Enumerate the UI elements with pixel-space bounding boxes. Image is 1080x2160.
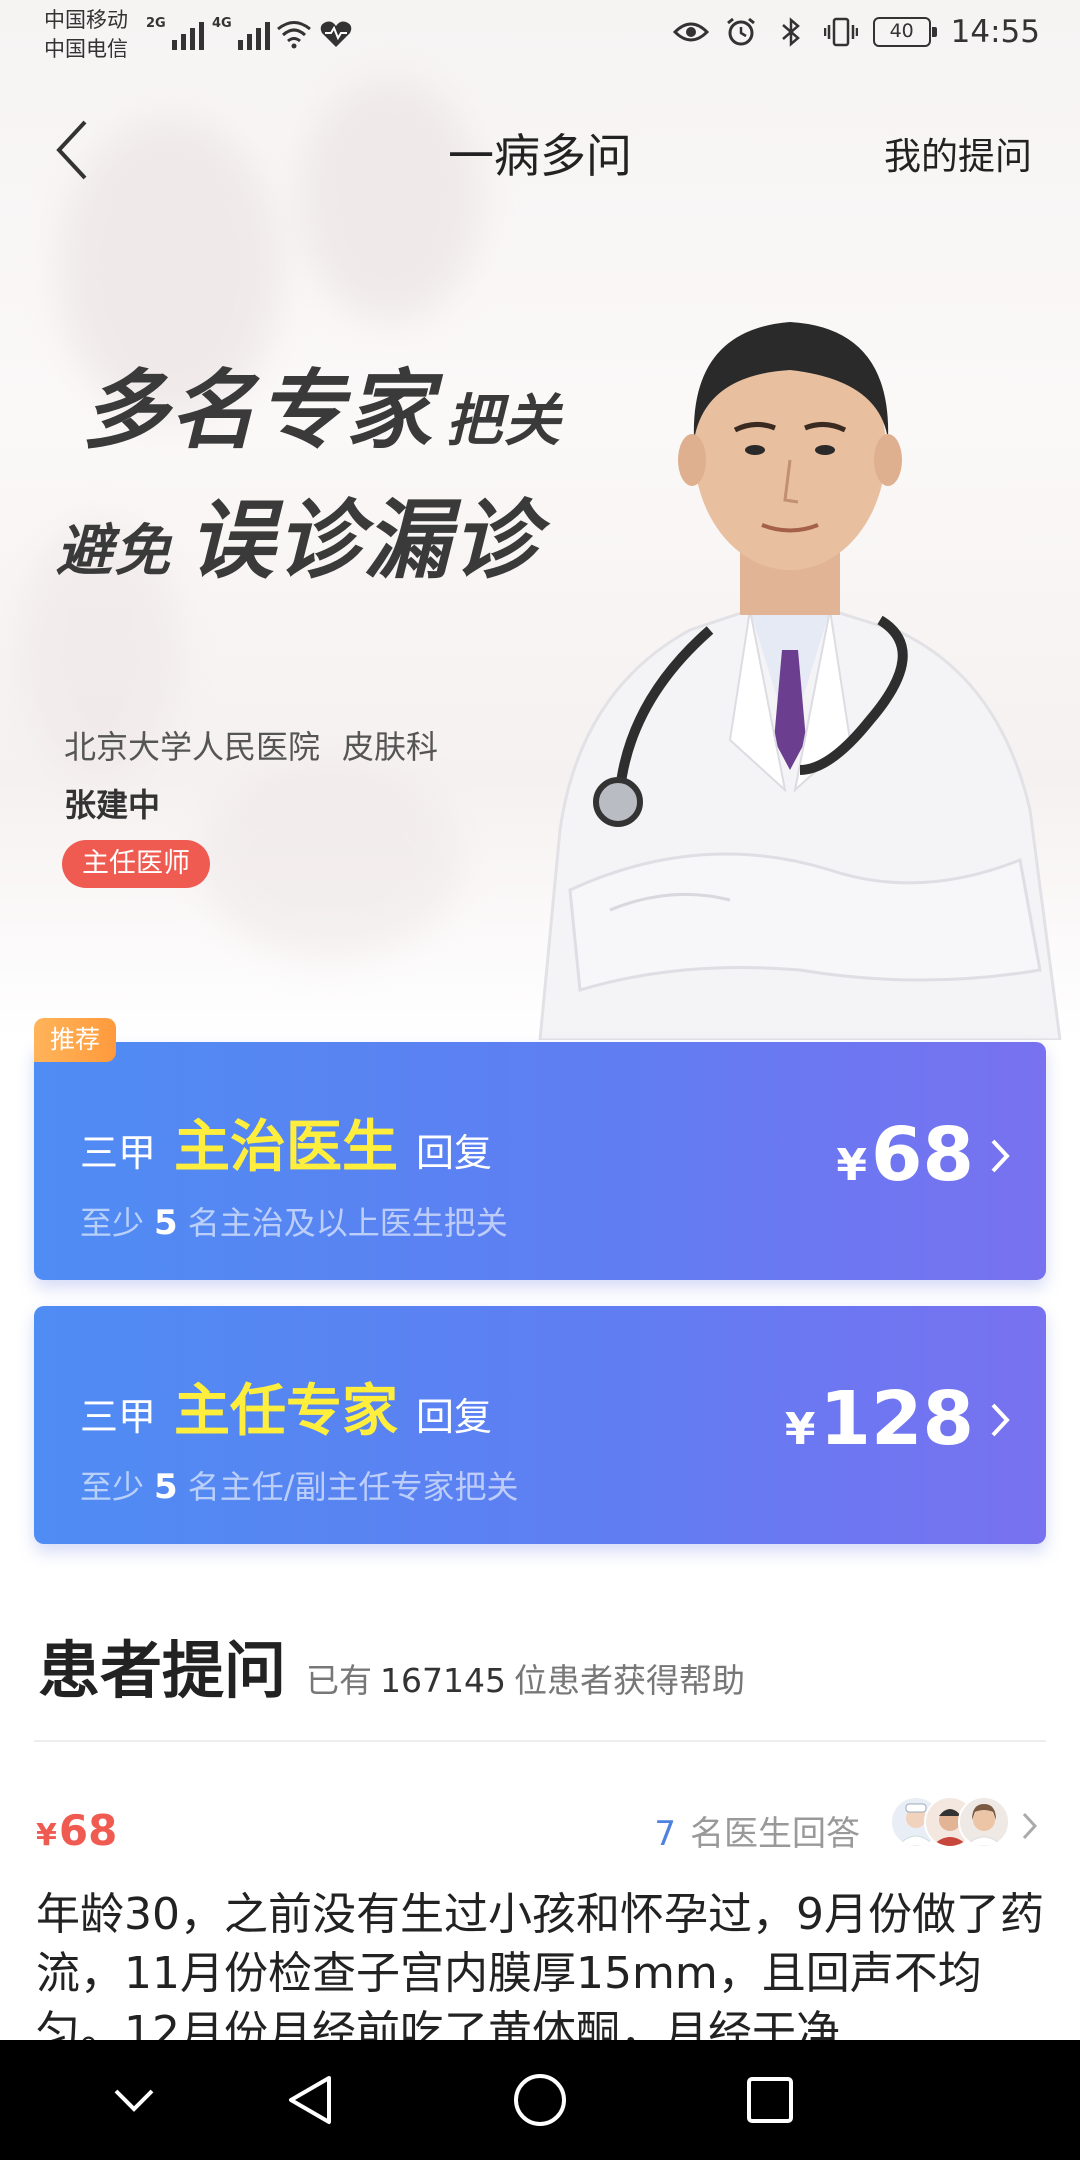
doctor-name: 张建中 (64, 786, 161, 824)
plan-title: 三甲 主任专家 回复 (80, 1379, 493, 1444)
signal-2g-icon: 2G (146, 16, 204, 50)
plan-price: ¥68 (836, 1112, 974, 1198)
alarm-icon (723, 14, 759, 50)
chevron-right-icon (982, 1392, 1018, 1448)
battery-icon: 40 (872, 17, 937, 47)
clock: 14:55 (950, 14, 1040, 50)
plan-subtitle: 至少 5 名主任/副主任专家把关 (80, 1467, 519, 1507)
plan-price: ¥128 (784, 1376, 974, 1462)
question-price: ¥68 (36, 1806, 118, 1855)
square-recent-icon[interactable] (738, 2068, 802, 2132)
help-stat: 已有 167145 位患者获得帮助 (306, 1661, 745, 1700)
chevron-right-icon (982, 1128, 1018, 1184)
slogan-line-1: 多名专家 把关 (82, 361, 562, 461)
slogan-line-2: 避免 误诊漏诊 (56, 491, 540, 591)
health-heart-icon (318, 16, 354, 52)
signal-4g-icon: 4G (212, 16, 270, 50)
triangle-back-icon[interactable] (278, 2068, 342, 2132)
patient-questions-header: 患者提问 已有 167145 位患者获得帮助 (38, 1620, 745, 1710)
department-name: 皮肤科 (342, 728, 439, 766)
plan-card-attending[interactable]: 三甲 主治医生 回复 至少 5 名主治及以上医生把关 ¥68 (34, 1042, 1046, 1280)
question-text: 年龄30，之前没有生过小孩和怀孕过，9月份做了药流，11月份检查子宫内膜厚15m… (36, 1889, 1044, 2045)
vibrate-icon (823, 14, 859, 50)
plan-card-chief[interactable]: 三甲 主任专家 回复 至少 5 名主任/副主任专家把关 ¥128 (34, 1306, 1046, 1544)
carrier-2: 中国电信 (44, 37, 128, 61)
hospital-name: 北京大学人民医院 (64, 728, 321, 766)
doctor-photo (500, 270, 1080, 1042)
chevron-down-icon[interactable] (102, 2068, 166, 2132)
nav-bar: 一病多问 我的提问 (0, 100, 1080, 204)
wifi-icon (276, 16, 312, 52)
doctor-avatars (890, 1796, 1014, 1848)
bluetooth-icon (773, 14, 809, 50)
status-right-group: 40 14:55 (672, 14, 1040, 50)
my-questions-link[interactable]: 我的提问 (884, 126, 1032, 180)
avatar (958, 1796, 1010, 1848)
doctor-hospital: 北京大学人民医院 皮肤科 (64, 722, 438, 768)
eye-comfort-icon (672, 14, 709, 50)
plan-subtitle: 至少 5 名主治及以上医生把关 (80, 1203, 508, 1243)
section-title: 患者提问 (38, 1634, 287, 1707)
carrier-labels: 中国移动 中国电信 (44, 6, 128, 64)
chevron-right-icon (1022, 1808, 1046, 1844)
recommend-tag: 推荐 (34, 1018, 116, 1062)
divider (34, 1740, 1046, 1742)
circle-home-icon[interactable] (508, 2068, 572, 2132)
status-bar: 中国移动 中国电信 2G 4G 40 14:55 (0, 0, 1080, 70)
system-nav-bar (0, 2040, 1080, 2160)
doctor-title-badge: 主任医师 (62, 840, 210, 888)
answer-count: 7 名医生回答 (654, 1814, 860, 1854)
plan-title: 三甲 主治医生 回复 (80, 1115, 493, 1180)
carrier-1: 中国移动 (44, 8, 128, 32)
